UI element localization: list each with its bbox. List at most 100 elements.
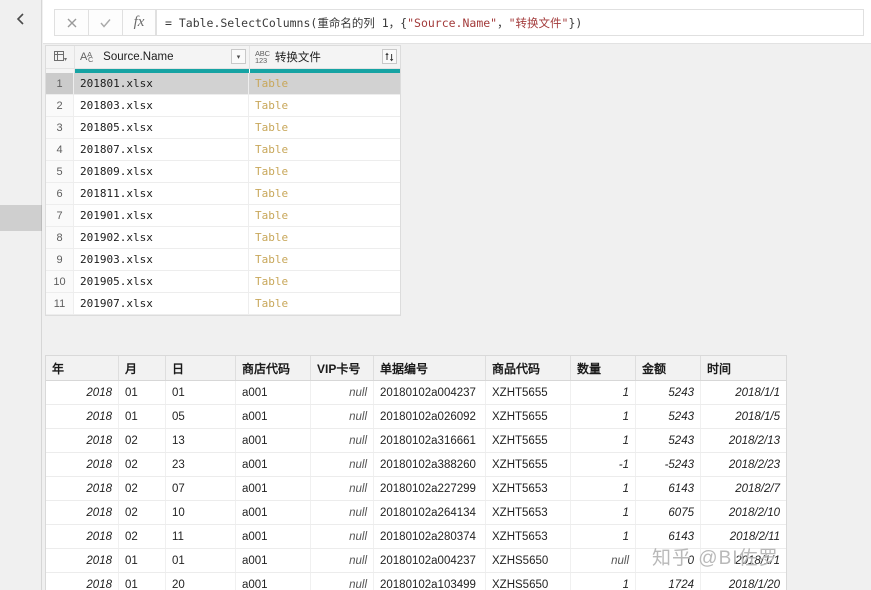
cell-shop-code: a001: [236, 573, 311, 590]
cell-source-name[interactable]: 201805.xlsx: [74, 117, 249, 138]
row-number[interactable]: 10: [46, 271, 74, 292]
table-row[interactable]: 9201903.xlsxTable: [46, 249, 400, 271]
preview-column-header-datetime[interactable]: 时间: [701, 356, 786, 380]
row-number[interactable]: 9: [46, 249, 74, 270]
accept-formula-button[interactable]: [88, 9, 122, 36]
preview-column-header-product-code[interactable]: 商品代码: [486, 356, 571, 380]
cell-table-link[interactable]: Table: [249, 293, 399, 314]
preview-column-header-bill-number[interactable]: 单据编号: [374, 356, 486, 380]
cell-month: 01: [119, 573, 166, 590]
cell-source-name[interactable]: 201809.xlsx: [74, 161, 249, 182]
table-row[interactable]: 7201901.xlsxTable: [46, 205, 400, 227]
cell-quantity: 1: [571, 381, 636, 404]
preview-column-header-day[interactable]: 日: [166, 356, 236, 380]
cell-year: 2018: [46, 453, 119, 476]
cell-source-name[interactable]: 201811.xlsx: [74, 183, 249, 204]
cell-product-code: XZHS5650: [486, 549, 571, 572]
preview-column-header-quantity[interactable]: 数量: [571, 356, 636, 380]
cell-table-link[interactable]: Table: [249, 227, 399, 248]
row-number[interactable]: 4: [46, 139, 74, 160]
cell-year: 2018: [46, 573, 119, 590]
row-number[interactable]: 1: [46, 73, 74, 94]
table-row[interactable]: 3201805.xlsxTable: [46, 117, 400, 139]
cell-table-link[interactable]: Table: [249, 73, 399, 94]
cell-source-name[interactable]: 201901.xlsx: [74, 205, 249, 226]
cell-bill-number: 20180102a227299: [374, 477, 486, 500]
cell-source-name[interactable]: 201801.xlsx: [74, 73, 249, 94]
cell-datetime: 2018/1/1: [701, 381, 786, 404]
cell-table-link[interactable]: Table: [249, 183, 399, 204]
expand-columns-icon[interactable]: [382, 49, 397, 64]
text-type-icon-sub: C: [88, 55, 93, 64]
table-row[interactable]: 20180213a001null20180102a316661XZHT56551…: [46, 429, 786, 453]
table-row[interactable]: 20180120a001null20180102a103499XZHS56501…: [46, 573, 786, 590]
cell-table-link[interactable]: Table: [249, 205, 399, 226]
preview-column-header-month[interactable]: 月: [119, 356, 166, 380]
table-row[interactable]: 1201801.xlsxTable: [46, 73, 400, 95]
cell-source-name[interactable]: 201903.xlsx: [74, 249, 249, 270]
preview-column-header-shop-code[interactable]: 商店代码: [236, 356, 311, 380]
cell-source-name[interactable]: 201907.xlsx: [74, 293, 249, 314]
any-type-icon: ABC 123: [255, 50, 270, 65]
cell-table-link[interactable]: Table: [249, 271, 399, 292]
cell-year: 2018: [46, 501, 119, 524]
cell-table-link[interactable]: Table: [249, 117, 399, 138]
cell-year: 2018: [46, 549, 119, 572]
row-number[interactable]: 6: [46, 183, 74, 204]
table-row[interactable]: 5201809.xlsxTable: [46, 161, 400, 183]
cell-table-link[interactable]: Table: [249, 95, 399, 116]
cell-source-name[interactable]: 201905.xlsx: [74, 271, 249, 292]
table-row[interactable]: 4201807.xlsxTable: [46, 139, 400, 161]
cell-year: 2018: [46, 405, 119, 428]
cell-source-name[interactable]: 201902.xlsx: [74, 227, 249, 248]
cell-datetime: 2018/2/11: [701, 525, 786, 548]
select-all-table-grid-icon[interactable]: [46, 46, 75, 68]
collapse-panel-chevron-left-icon[interactable]: [11, 12, 31, 32]
cell-table-link[interactable]: Table: [249, 139, 399, 160]
cell-shop-code: a001: [236, 501, 311, 524]
formula-part-separator: ，: [497, 15, 509, 31]
cell-table-link[interactable]: Table: [249, 161, 399, 182]
formula-part-tail: }): [568, 16, 582, 30]
preview-column-header-vip-card[interactable]: VIP卡号: [311, 356, 374, 380]
table-row[interactable]: 20180101a001null20180102a004237XZHT56551…: [46, 381, 786, 405]
table-row[interactable]: 20180223a001null20180102a388260XZHT5655-…: [46, 453, 786, 477]
any-type-icon-bottom: 123: [255, 57, 270, 65]
cell-year: 2018: [46, 429, 119, 452]
cell-source-name[interactable]: 201807.xlsx: [74, 139, 249, 160]
preview-column-header-year[interactable]: 年: [46, 356, 119, 380]
top-grid-body: 1201801.xlsxTable2201803.xlsxTable320180…: [46, 73, 400, 315]
cell-day: 20: [166, 573, 236, 590]
row-number[interactable]: 5: [46, 161, 74, 182]
queries-pane-collapsed-item[interactable]: [0, 205, 42, 231]
table-row[interactable]: 20180105a001null20180102a026092XZHT56551…: [46, 405, 786, 429]
cell-product-code: XZHT5653: [486, 477, 571, 500]
table-row[interactable]: 10201905.xlsxTable: [46, 271, 400, 293]
cell-vip-card: null: [311, 453, 374, 476]
cell-source-name[interactable]: 201803.xlsx: [74, 95, 249, 116]
insert-function-fx-icon[interactable]: fx: [122, 9, 156, 36]
cell-table-link[interactable]: Table: [249, 249, 399, 270]
table-row[interactable]: 20180101a001null20180102a004237XZHS5650n…: [46, 549, 786, 573]
column-header-source-name[interactable]: AAC Source.Name ▾: [75, 46, 250, 68]
row-number[interactable]: 7: [46, 205, 74, 226]
table-row[interactable]: 20180207a001null20180102a227299XZHT56531…: [46, 477, 786, 501]
column-filter-chevron-down-icon[interactable]: ▾: [231, 49, 246, 64]
row-number[interactable]: 3: [46, 117, 74, 138]
cancel-formula-button[interactable]: [54, 9, 88, 36]
table-row[interactable]: 11201907.xlsxTable: [46, 293, 400, 315]
row-number[interactable]: 11: [46, 293, 74, 314]
row-number[interactable]: 2: [46, 95, 74, 116]
table-row[interactable]: 6201811.xlsxTable: [46, 183, 400, 205]
column-header-transform-file[interactable]: ABC 123 转换文件: [250, 46, 400, 68]
table-row[interactable]: 8201902.xlsxTable: [46, 227, 400, 249]
formula-input[interactable]: = Table.SelectColumns(重命名的列 1，{"Source.N…: [156, 9, 864, 36]
cell-amount: 1724: [636, 573, 701, 590]
cell-quantity: 1: [571, 525, 636, 548]
cell-datetime: 2018/1/5: [701, 405, 786, 428]
table-row[interactable]: 20180211a001null20180102a280374XZHT56531…: [46, 525, 786, 549]
row-number[interactable]: 8: [46, 227, 74, 248]
preview-column-header-amount[interactable]: 金额: [636, 356, 701, 380]
table-row[interactable]: 2201803.xlsxTable: [46, 95, 400, 117]
table-row[interactable]: 20180210a001null20180102a264134XZHT56531…: [46, 501, 786, 525]
